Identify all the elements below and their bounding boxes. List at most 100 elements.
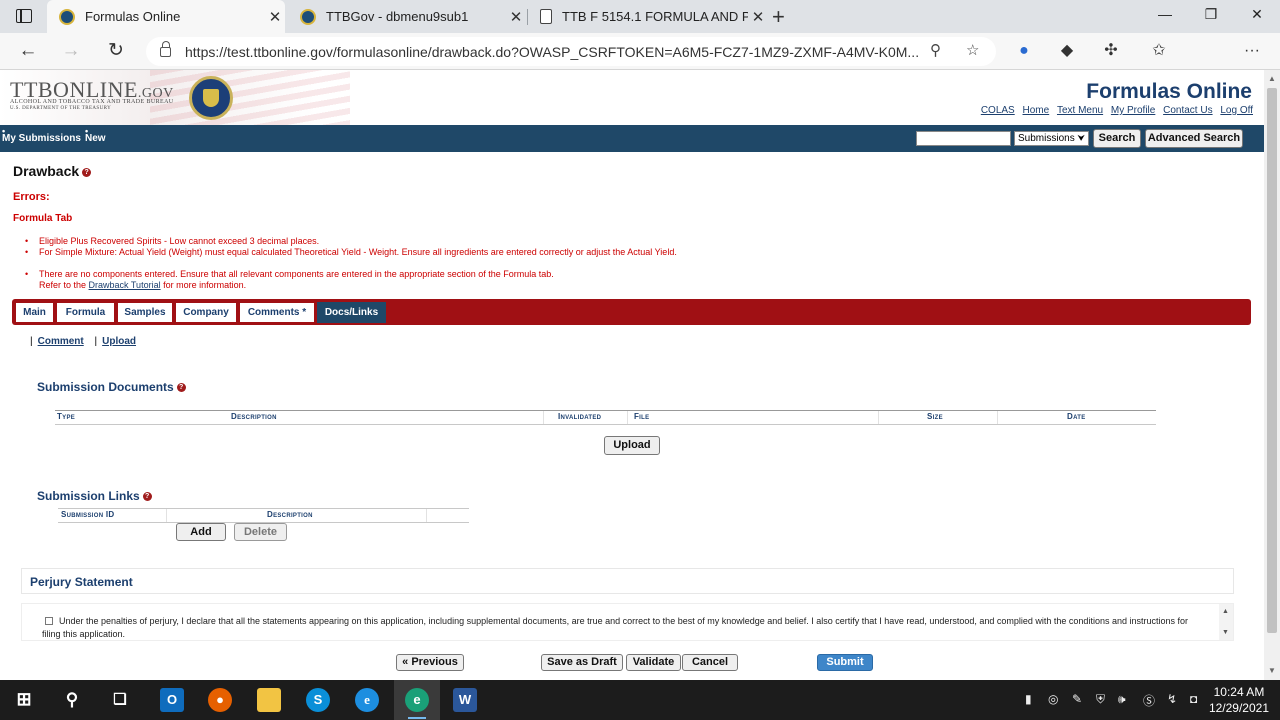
help-icon[interactable]: ? [82, 167, 92, 177]
submit-button[interactable]: Submit [817, 654, 873, 671]
comment-link[interactable]: Comment [38, 336, 84, 347]
submission-links-title: Submission Links? [37, 489, 152, 503]
tab-main[interactable]: Main [15, 302, 54, 323]
windows-taskbar: ⊞ ⚲ ❏ O ● S e e W ▮ ◎ ✎ ⛨ 🕪 Ⓢ ↯ ◘ 10:24 … [0, 680, 1280, 720]
perjury-scrollbar[interactable]: ▲ ▼ [1219, 604, 1233, 640]
browser-tab-formulas-online[interactable]: Formulas Online ✕ [47, 0, 285, 33]
outlook-icon[interactable]: O [160, 688, 184, 712]
start-windows-icon[interactable]: ⊞ [12, 688, 36, 712]
delete-link-button[interactable]: Delete [234, 523, 287, 541]
security-shield-icon[interactable]: ⛨ [1096, 692, 1105, 707]
column-header-file: File [634, 412, 650, 421]
tab-actions-icon[interactable] [16, 9, 32, 23]
close-icon[interactable]: ✕ [506, 8, 526, 26]
extension-turtle-icon[interactable]: ◆ [1057, 41, 1077, 61]
drawback-tutorial-link[interactable]: Drawback Tutorial [89, 280, 161, 290]
firefox-icon[interactable]: ● [208, 688, 232, 712]
url-field[interactable]: https://test.ttbonline.gov/formulasonlin… [146, 37, 996, 66]
link-log-off[interactable]: Log Off [1220, 105, 1253, 116]
favorites-icon[interactable]: ✩ [1149, 41, 1169, 61]
column-header-type: Type [57, 412, 76, 421]
clock-date: 12/29/2021 [1208, 701, 1269, 715]
new-tab-icon[interactable]: + [772, 4, 785, 30]
tray-notification-icon[interactable]: ↯ [1167, 692, 1177, 706]
scroll-down-icon[interactable]: ▼ [1222, 629, 1229, 636]
forward-arrow-icon[interactable]: → [58, 39, 84, 63]
close-icon[interactable]: ✕ [265, 8, 285, 26]
upload-button[interactable]: Upload [604, 436, 660, 455]
tray-app-icon[interactable]: ◎ [1048, 692, 1058, 706]
tab-samples[interactable]: Samples [117, 302, 173, 323]
minimize-icon[interactable]: — [1150, 6, 1180, 22]
search-input[interactable] [916, 131, 1011, 146]
save-draft-button[interactable]: Save as Draft [541, 654, 623, 671]
search-button[interactable]: Search [1093, 129, 1141, 148]
errors-tab-heading: Formula Tab [13, 213, 73, 224]
scroll-thumb[interactable] [1267, 88, 1277, 633]
tab-formula[interactable]: Formula [56, 302, 115, 323]
tab-docs-links[interactable]: Docs/Links [317, 302, 386, 323]
upload-link[interactable]: Upload [102, 336, 136, 347]
search-type-select[interactable]: Submissions ⮟ [1014, 131, 1089, 146]
internet-explorer-icon[interactable]: e [355, 688, 379, 712]
scroll-down-icon[interactable]: ▼ [1268, 666, 1276, 675]
word-icon[interactable]: W [453, 688, 477, 712]
select-value: Submissions [1018, 133, 1075, 144]
search-icon[interactable]: ⚲ [60, 688, 84, 712]
submission-documents-title: Submission Documents? [37, 380, 186, 394]
column-header-size: Size [927, 412, 943, 421]
tab-label: Formulas Online [85, 9, 181, 24]
perjury-text: Under the penalties of perjury, I declar… [42, 616, 1188, 639]
scroll-up-icon[interactable]: ▲ [1222, 608, 1229, 615]
link-colas[interactable]: COLAS [981, 105, 1015, 116]
system-clock[interactable]: 10:24 AM 12/29/2021 [1209, 684, 1269, 716]
volume-icon[interactable]: 🕪 [1118, 692, 1126, 707]
browser-tab-ttbgov[interactable]: TTBGov - dbmenu9sub1 ✕ [288, 0, 526, 33]
outlook-tray-icon[interactable]: ◘ [1190, 692, 1197, 706]
error-item: There are no components entered. Ensure … [25, 269, 677, 280]
advanced-search-button[interactable]: Advanced Search [1145, 129, 1243, 148]
task-view-icon[interactable]: ❏ [108, 688, 132, 712]
browser-tab-bar: Formulas Online ✕ TTBGov - dbmenu9sub1 ✕… [0, 0, 1280, 33]
add-link-button[interactable]: Add [176, 523, 226, 541]
close-icon[interactable]: ✕ [748, 8, 768, 26]
skype-icon[interactable]: S [306, 688, 330, 712]
back-arrow-icon[interactable]: ← [15, 39, 41, 63]
restore-icon[interactable]: ❐ [1196, 6, 1226, 23]
link-home[interactable]: Home [1023, 105, 1050, 116]
zoom-icon[interactable]: ⚲ [930, 41, 941, 59]
more-menu-icon[interactable]: ··· [1242, 41, 1262, 61]
extension-droplet-icon[interactable]: ● [1014, 41, 1034, 61]
add-favorite-icon[interactable]: ☆ [966, 41, 979, 59]
cancel-button[interactable]: Cancel [682, 654, 738, 671]
ttb-favicon-icon [59, 8, 75, 25]
previous-button[interactable]: « Previous [396, 654, 464, 671]
window-close-icon[interactable]: ✕ [1242, 6, 1272, 23]
refresh-icon[interactable]: ↻ [103, 39, 129, 63]
validate-button[interactable]: Validate [626, 654, 681, 671]
link-my-profile[interactable]: My Profile [1111, 105, 1155, 116]
table-header-border [55, 424, 1156, 425]
file-explorer-icon[interactable] [257, 688, 281, 712]
column-divider [543, 411, 544, 425]
nav-new[interactable]: • New [85, 127, 106, 144]
tab-comments[interactable]: Comments * [239, 302, 315, 323]
tab-company[interactable]: Company [175, 302, 237, 323]
tab-label: TTB F 5154.1 FORMULA AND PR [562, 9, 748, 24]
help-icon[interactable]: ? [142, 492, 152, 502]
tray-pen-icon[interactable]: ✎ [1072, 692, 1082, 706]
skype-tray-icon[interactable]: Ⓢ [1143, 692, 1155, 709]
battery-icon[interactable]: ▮ [1025, 692, 1032, 706]
section-title-text: Submission Links [37, 489, 140, 503]
help-icon[interactable]: ? [176, 383, 186, 393]
ttb-favicon-icon [300, 8, 316, 25]
error-list: Eligible Plus Recovered Spirits - Low ca… [25, 236, 677, 291]
page-scrollbar[interactable]: ▲ ▼ [1264, 70, 1280, 680]
scroll-up-icon[interactable]: ▲ [1268, 74, 1276, 83]
extensions-puzzle-icon[interactable]: ✣ [1101, 41, 1121, 61]
edge-icon[interactable]: e [405, 688, 429, 712]
nav-my-submissions[interactable]: • My Submissions [2, 127, 81, 144]
link-contact-us[interactable]: Contact Us [1163, 105, 1212, 116]
browser-tab-ttb-form[interactable]: TTB F 5154.1 FORMULA AND PR ✕ [528, 0, 768, 33]
link-text-menu[interactable]: Text Menu [1057, 105, 1103, 116]
